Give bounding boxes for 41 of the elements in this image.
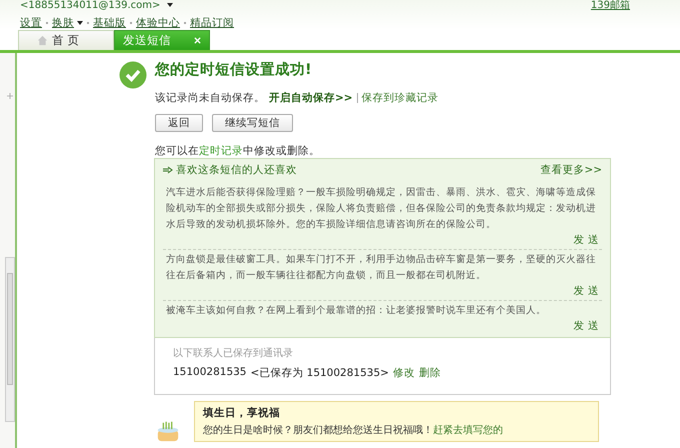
edit-link[interactable]: 修改 xyxy=(392,366,415,380)
caret-icon xyxy=(77,21,83,25)
favorite-link[interactable]: 保存到珍藏记录 xyxy=(362,91,439,105)
message-text: 方向盘锁是最佳破窗工具。如果车门打不开，利用手边物品击碎车窗是第一要务，坚硬的灭火器往往在后备箱内，而一般车辆往往都配方向盘锁，而且一般都在司机附近。 xyxy=(166,253,597,283)
plus-icon[interactable] xyxy=(7,93,13,99)
caret-icon xyxy=(166,3,173,8)
notice-text: 该记录尚未自动保存。 xyxy=(155,91,265,105)
birthday-title: 填生日，享祝福 xyxy=(203,406,281,420)
nav-link[interactable]: 基础版 xyxy=(93,16,126,30)
message-text: 汽车进水后能否获得保险理赔？一般车损险明确规定，因雷击、暴雨、洪水、雹灾、海啸等造成保险机动车的全部损失或部分损失，保险人将负责赔偿，但各保险公司的免责条款均规定：发动机进水后导致的发动机损坏除外。您的车损险详细信息请咨询所在的保险公司。 xyxy=(166,186,597,232)
schedule-link[interactable]: 定时记录 xyxy=(199,145,243,157)
contact-saved-as: <已保存为 15100281535> xyxy=(250,366,389,380)
nav-link[interactable]: 换肤 xyxy=(52,16,83,30)
birthday-link[interactable]: 赶紧去填写您的 xyxy=(433,425,503,436)
birthday-text: 您的生日是啥时候？朋友们都想给您送生日祝福哦！赶紧去填写您的 xyxy=(203,424,504,437)
success-check-icon xyxy=(119,61,147,89)
close-icon[interactable] xyxy=(194,37,201,44)
contacts-caption: 以下联系人已保存到通讯录 xyxy=(173,346,294,360)
more-link[interactable]: 查看更多>> xyxy=(540,163,602,177)
send-link[interactable]: 发 送 xyxy=(574,233,599,247)
contact-number: 15100281535 xyxy=(173,366,246,380)
recommend-title: 喜欢这条短信的人还喜欢 xyxy=(176,163,297,177)
mailbox-link[interactable]: 139邮箱 xyxy=(590,0,630,12)
success-title: 您的定时短信设置成功! xyxy=(155,60,313,79)
account-menu[interactable]: <18855134011@139.com> xyxy=(20,0,173,12)
auto-save-link[interactable]: 开启自动保存>> xyxy=(269,91,353,105)
nav-link[interactable]: 精品订阅 xyxy=(190,16,234,30)
nav-link[interactable]: 体验中心 xyxy=(136,16,180,30)
tab[interactable]: 首 页 xyxy=(18,30,114,50)
action-button[interactable]: 继续写短信 xyxy=(212,114,293,132)
hint-text: 您可以在定时记录中修改或删除。 xyxy=(155,144,321,158)
arrow-icon xyxy=(163,166,173,174)
send-link[interactable]: 发 送 xyxy=(574,284,599,298)
cake-icon xyxy=(156,419,180,443)
message-text: 被淹车主该如何自救？在网上看到个最靠谱的招：让老婆报警时说车里还有个美国人。 xyxy=(166,304,547,318)
send-link[interactable]: 发 送 xyxy=(574,319,599,333)
delete-link[interactable]: 删除 xyxy=(418,366,441,380)
scrollbar[interactable] xyxy=(5,257,15,422)
home-icon xyxy=(37,35,48,46)
action-button[interactable]: 返回 xyxy=(155,114,203,132)
nav-link[interactable]: 设置 xyxy=(20,16,42,30)
